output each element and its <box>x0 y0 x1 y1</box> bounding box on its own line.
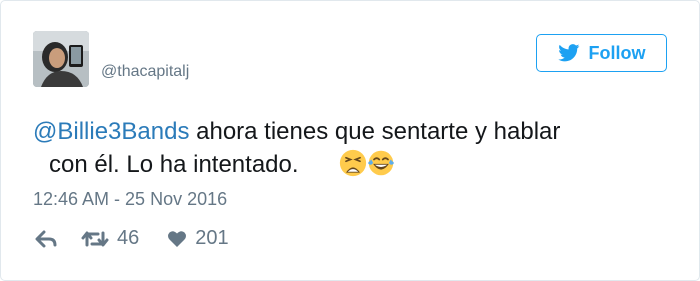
avatar[interactable] <box>33 31 89 87</box>
retweet-count: 46 <box>117 227 140 249</box>
tweet-text-line1: ahora tienes que sentarte y hablar <box>189 118 561 145</box>
heart-icon <box>168 230 187 247</box>
tweet-timestamp[interactable]: 12:46 AM - 25 Nov 2016 <box>33 189 227 210</box>
face-with-tears-of-joy-emoji <box>367 150 394 176</box>
tweet-text-line2: con él. Lo ha intentado. <box>49 151 299 178</box>
like-count: 201 <box>195 227 229 249</box>
tweet-text: @Billie3Bands ahora tienes que sentarte … <box>33 115 673 181</box>
weary-face-emoji <box>339 149 366 177</box>
retweet-button[interactable]: 46 <box>81 227 139 250</box>
follow-button[interactable]: Follow <box>536 34 667 72</box>
tweet-line-1: @Billie3Bands ahora tienes que sentarte … <box>33 115 673 148</box>
like-button[interactable]: 201 <box>167 227 229 250</box>
retweet-icon <box>81 231 109 246</box>
user-handle[interactable]: @thacapitalj <box>101 63 189 81</box>
twitter-bird-icon <box>557 44 579 62</box>
mention-link[interactable]: @Billie3Bands <box>33 118 189 145</box>
tweet-line-2: con él. Lo ha intentado. <box>33 148 673 181</box>
reply-icon <box>35 230 57 247</box>
tweet-card: @thacapitalj Follow @Billie3Bands ahora … <box>0 0 700 281</box>
tweet-actions: 46 201 <box>35 227 229 250</box>
reply-button[interactable] <box>35 230 57 248</box>
follow-label: Follow <box>588 42 646 63</box>
